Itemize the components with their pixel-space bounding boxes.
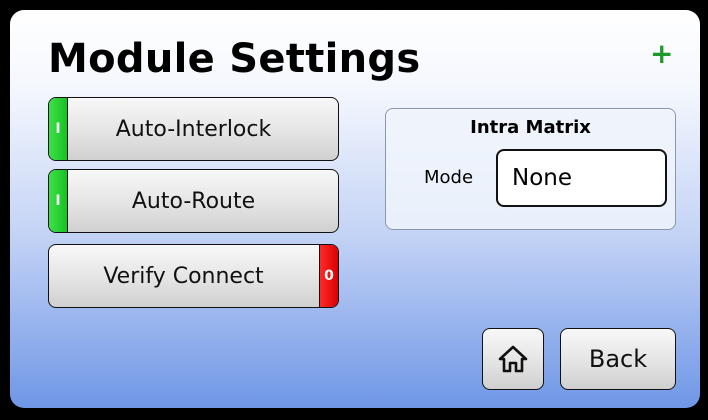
home-icon — [498, 345, 528, 373]
intra-matrix-panel: Intra Matrix Mode None — [385, 108, 676, 230]
verify-connect-indicator: 0 — [319, 245, 338, 307]
mode-label: Mode — [424, 167, 474, 188]
verify-connect-label: Verify Connect — [103, 263, 264, 289]
back-button[interactable]: Back — [560, 328, 676, 390]
auto-interlock-label: Auto-Interlock — [115, 116, 272, 142]
auto-interlock-indicator: I — [49, 98, 68, 160]
verify-connect-button[interactable]: Verify Connect 0 — [48, 244, 339, 308]
intra-matrix-title: Intra Matrix — [470, 117, 591, 138]
auto-route-button[interactable]: I Auto-Route — [48, 169, 339, 233]
mode-select[interactable]: None — [496, 149, 667, 207]
home-button[interactable] — [482, 328, 544, 390]
auto-route-indicator: I — [49, 170, 68, 232]
page-title: Module Settings — [48, 36, 421, 82]
module-settings-screen: Module Settings + I Auto-Interlock I Aut… — [10, 10, 700, 408]
plus-icon[interactable]: + — [650, 40, 673, 68]
auto-interlock-button[interactable]: I Auto-Interlock — [48, 97, 339, 161]
auto-route-label: Auto-Route — [131, 188, 256, 214]
